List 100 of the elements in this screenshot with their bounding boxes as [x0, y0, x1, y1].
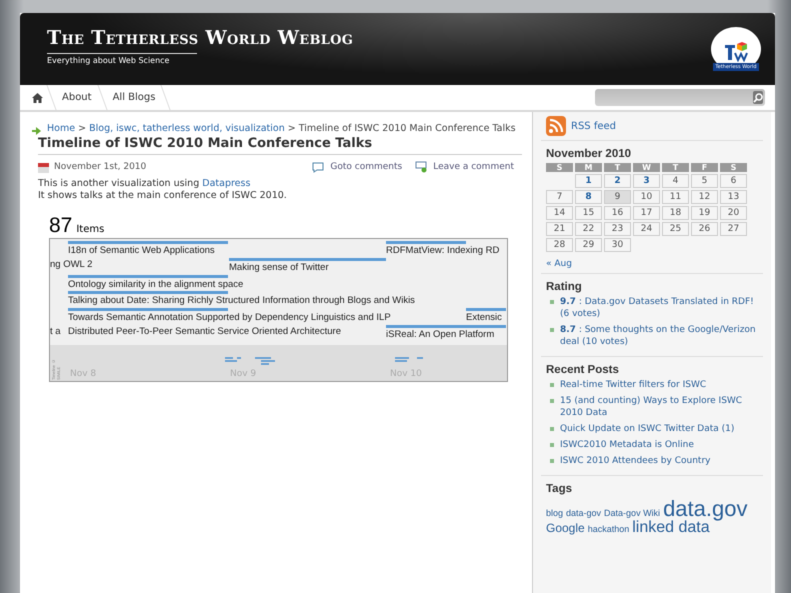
event-bar[interactable]: [68, 274, 228, 278]
recent-post-link[interactable]: 15 (and counting) Ways to Explore ISWC 2010 Data: [560, 395, 759, 419]
weekday-header: S: [546, 163, 573, 172]
leave-comment-link[interactable]: Leave a comment: [433, 162, 514, 172]
nav-link[interactable]: All Blogs: [112, 92, 156, 103]
calendar-day-number: 30: [612, 240, 624, 250]
calendar-day-number: 23: [612, 224, 624, 234]
calendar-day-number: 9: [614, 192, 620, 202]
rating-title: Rating: [546, 281, 583, 293]
breadcrumb-text: >: [288, 123, 296, 134]
calendar-day-number: 25: [670, 224, 682, 234]
event-label[interactable]: RDFMatView: Indexing RD: [386, 244, 500, 257]
calendar-title: November 2010: [546, 148, 632, 160]
event-bar[interactable]: [68, 308, 228, 312]
search-field[interactable]: [595, 89, 765, 106]
tag-link[interactable]: data.gov: [663, 498, 748, 520]
speech-bubble-icon: [311, 162, 326, 172]
calendar-day-number: 21: [554, 224, 566, 234]
post-title: Timeline of ISWC 2010 Main Conference Talks: [38, 136, 522, 155]
calendar-icon: [38, 162, 49, 172]
calendar-day-number: 26: [698, 224, 710, 234]
comment-add-icon: [415, 161, 428, 173]
weekday-header: S: [720, 163, 747, 172]
calendar-day-number: 17: [640, 208, 652, 218]
event-label[interactable]: Talking about Date: Sharing Richly Structured Information through Blogs and Wikis: [68, 294, 415, 308]
intro-text: This is another visualization using Datapress: [38, 178, 252, 190]
rss-feed-link[interactable]: RSS feed: [571, 120, 616, 132]
calendar-day-link[interactable]: 8: [585, 192, 592, 202]
calendar-day-number: 19: [698, 208, 710, 218]
event-label[interactable]: I18n of Semantic Web Applications: [68, 244, 228, 257]
weekday-header: M: [575, 163, 602, 172]
rating-entry[interactable]: 9.7 : Data.gov Datasets Translated in RDF! (6 votes): [560, 296, 759, 320]
event-label[interactable]: Making sense of Twitter: [229, 260, 386, 274]
tag-link[interactable]: Data-gov Wiki: [604, 509, 660, 518]
weekday-header: T: [662, 163, 689, 172]
cube-logo-icon: [723, 42, 749, 62]
item-count-label: Items: [76, 224, 104, 235]
event-label[interactable]: Distributed Peer-To-Peer Semantic Service Oriented Architecture: [68, 324, 341, 338]
event-label[interactable]: Towards Semantic Annotation Supported by Dependency Linguistics and ILP: [68, 311, 391, 324]
description-text: It shows talks at the main conference of ISWC 2010.: [38, 190, 288, 202]
event-bar[interactable]: [229, 258, 386, 261]
recent-post-link[interactable]: ISWC 2010 Attendees by Country: [560, 455, 710, 467]
calendar-day-number: 24: [640, 224, 652, 234]
calendar-day-number: 10: [640, 192, 652, 202]
weekday-header: F: [691, 163, 718, 172]
breadcrumb-text: Timeline of ISWC 2010 Main Conference Talks: [298, 123, 516, 134]
event-label[interactable]: Ontology similarity in the alignment space: [68, 278, 244, 291]
calendar-day-number: 13: [728, 192, 740, 202]
breadcrumb-link[interactable]: Blog, iswc, tatherless world, visualization: [89, 123, 285, 134]
calendar-day-number: 18: [670, 208, 682, 218]
weekday-header: T: [604, 163, 631, 172]
tag-link[interactable]: data-gov: [566, 509, 602, 518]
calendar-day-link[interactable]: 1: [585, 176, 592, 186]
calendar-day-number: 6: [730, 176, 736, 186]
calendar-day-number: 29: [582, 240, 594, 250]
site-title[interactable]: The Tetherless World Weblog: [47, 27, 354, 49]
tag-link[interactable]: Google: [546, 522, 585, 534]
item-count: 87: [49, 214, 72, 238]
tag-link[interactable]: blog: [546, 509, 564, 518]
tags-title: Tags: [546, 483, 573, 495]
recent-posts-title: Recent Posts: [546, 364, 620, 376]
site-tagline: Everything about Web Science: [47, 53, 197, 65]
calendar-day-number: 12: [698, 192, 710, 202]
calendar-day-number: 22: [582, 224, 594, 234]
recent-post-link[interactable]: Real-time Twitter filters for ISWC: [560, 379, 706, 391]
event-label[interactable]: t a: [50, 324, 61, 338]
recent-post-link[interactable]: Quick Update on ISWC Twitter Data (1): [560, 423, 734, 435]
calendar-day-number: 20: [728, 208, 740, 218]
event-bar[interactable]: [386, 324, 506, 328]
datapress-link[interactable]: Datapress: [202, 178, 250, 189]
calendar-day-link[interactable]: 3: [643, 176, 650, 186]
post-date: November 1st, 2010: [54, 162, 146, 172]
goto-comments-link[interactable]: Goto comments: [330, 162, 402, 172]
weekday-header: W: [633, 163, 660, 172]
tag-link[interactable]: linked data: [632, 520, 710, 536]
event-label[interactable]: Extensic: [466, 311, 506, 324]
event-bar[interactable]: [466, 308, 506, 312]
home-icon[interactable]: [32, 92, 43, 102]
event-bar[interactable]: [68, 291, 228, 294]
calendar-day-number: 15: [582, 208, 594, 218]
breadcrumb-link[interactable]: Home: [47, 123, 76, 134]
arrow-icon: [32, 127, 41, 135]
calendar-day-number: 16: [612, 208, 624, 218]
calendar-day-number: 5: [702, 176, 708, 186]
calendar-day-number: 7: [556, 192, 562, 202]
calendar-day-number: 27: [728, 224, 740, 234]
search-icon[interactable]: [753, 91, 763, 104]
calendar-day-number: 11: [670, 192, 682, 202]
calendar-day-link[interactable]: 2: [614, 176, 621, 186]
previous-month-link[interactable]: « Aug: [546, 259, 759, 269]
nav-link[interactable]: About: [62, 92, 92, 103]
calendar-day-number: 14: [554, 208, 566, 218]
event-label[interactable]: iSReal: An Open Platform: [386, 328, 506, 341]
calendar-day-number: 28: [554, 240, 566, 250]
tag-link[interactable]: hackathon: [588, 525, 630, 534]
rating-entry[interactable]: 8.7 : Some thoughts on the Google/Verizon deal (10 votes): [560, 324, 759, 348]
event-label[interactable]: ng OWL 2: [50, 258, 92, 271]
calendar-day-number: 4: [672, 176, 678, 186]
rss-icon[interactable]: [546, 116, 566, 136]
recent-post-link[interactable]: ISWC2010 Metadata is Online: [560, 439, 694, 451]
